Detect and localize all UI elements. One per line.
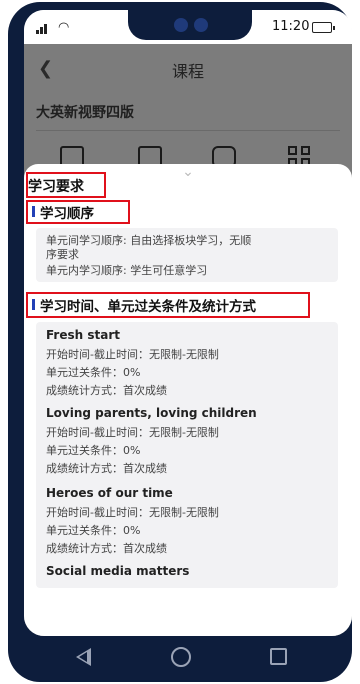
order-rule-line: 序要求 [46,248,79,261]
section-marker [32,206,35,217]
phone-frame: ◠ 11:20 ❮ 课程 大英新视野四版 ⌄ 学习要求 学习顺序 单元间学习顺序… [8,2,352,682]
unit-name: Social media matters [46,564,190,578]
unit-name: Loving parents, loving children [46,406,257,420]
signal-icon [36,22,50,34]
section-marker [32,299,35,310]
camera-icon [194,18,208,32]
status-time: 11:20 [272,19,310,34]
screen: ◠ 11:20 ❮ 课程 大英新视野四版 ⌄ 学习要求 学习顺序 单元间学习顺序… [24,10,352,636]
camera-icon [174,18,188,32]
recent-square-icon[interactable] [270,648,287,665]
nav-header: ❮ 课程 [24,44,352,94]
time-section-title: 学习时间、单元过关条件及统计方式 [40,299,256,315]
unit-pass: 单元过关条件：0% [46,444,141,457]
page-title: 课程 [171,62,204,81]
unit-name: Fresh start [46,328,120,342]
units-card: Fresh start 开始时间-截止时间：无限制-无限制 单元过关条件：0% … [36,322,338,588]
home-circle-icon[interactable] [171,647,191,667]
status-bar: ◠ 11:20 [24,10,352,44]
order-rule-line: 单元内学习顺序: 学生可任意学习 [46,264,208,277]
wifi-icon: ◠ [58,20,70,35]
order-section-title: 学习顺序 [40,206,94,222]
unit-time: 开始时间-截止时间：无限制-无限制 [46,426,219,439]
course-name: 大英新视野四版 [36,105,134,121]
unit-pass: 单元过关条件：0% [46,366,141,379]
requirements-title: 学习要求 [28,179,84,195]
unit-stat: 成绩统计方式：首次成绩 [46,542,167,555]
unit-time: 开始时间-截止时间：无限制-无限制 [46,348,219,361]
requirements-sheet: ⌄ 学习要求 学习顺序 单元间学习顺序: 自由选择板块学习，无顺 序要求 单元内… [24,164,352,636]
divider [36,130,340,131]
unit-pass: 单元过关条件：0% [46,524,141,537]
notch [128,10,252,40]
order-card: 单元间学习顺序: 自由选择板块学习，无顺 序要求 单元内学习顺序: 学生可任意学… [36,228,338,282]
unit-time: 开始时间-截止时间：无限制-无限制 [46,506,219,519]
android-nav-bar [8,636,352,682]
unit-stat: 成绩统计方式：首次成绩 [46,462,167,475]
back-triangle-icon[interactable] [76,648,91,666]
battery-icon [312,22,335,33]
unit-name: Heroes of our time [46,486,173,500]
unit-stat: 成绩统计方式：首次成绩 [46,384,167,397]
